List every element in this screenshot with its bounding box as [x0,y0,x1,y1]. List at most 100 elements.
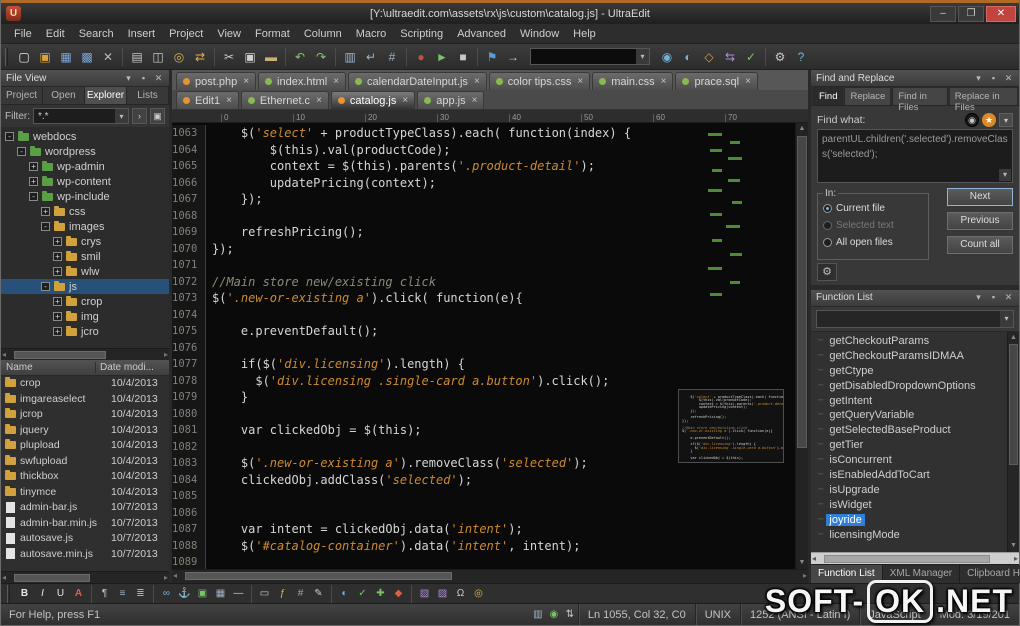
function-item-getqueryvariable[interactable]: ┄ getQueryVariable [811,408,1005,423]
tab-main-css[interactable]: main.css × [592,72,674,90]
collapse-icon[interactable]: - [5,132,14,141]
expand-icon[interactable]: + [53,312,62,321]
menu-help[interactable]: Help [566,28,603,40]
menu-search[interactable]: Search [72,28,121,40]
menu-advanced[interactable]: Advanced [450,28,513,40]
pin-icon[interactable]: ▪ [988,292,999,303]
file-list-hscrollbar[interactable] [1,571,169,583]
file-list-row[interactable]: jquery 10/4/2013 [1,422,169,438]
menu-file[interactable]: File [7,28,39,40]
find-tab-replace-in-files[interactable]: Replace in Files [948,87,1018,113]
print-preview-icon[interactable]: ◫ [148,47,168,67]
tab-app-js[interactable]: app.js × [417,91,485,109]
file-list-row[interactable]: imgareaselect 10/4/2013 [1,391,169,407]
tab-index-html[interactable]: index.html × [258,72,347,90]
function-item-getselectedbaseproduct[interactable]: ┄ getSelectedBaseProduct [811,423,1005,438]
close-icon[interactable]: ✕ [153,73,164,84]
file-list-row[interactable]: thickbox 10/4/2013 [1,469,169,485]
scrollbar-thumb[interactable] [14,574,90,582]
regex-history-icon[interactable]: ◉ [965,113,979,127]
tree-item-images[interactable]: - images [1,219,169,234]
tree-item-wordpress[interactable]: - wordpress [1,144,169,159]
tree-item-smil[interactable]: + smil [1,249,169,264]
file-list-row[interactable]: tinymce 10/4/2013 [1,484,169,500]
spell-check-icon[interactable]: ✓ [741,47,761,67]
file-list-row[interactable]: crop 10/4/2013 [1,376,169,392]
editor-hscrollbar[interactable] [172,569,808,583]
scrollbar-thumb[interactable] [185,572,453,580]
tab-ethernet-c[interactable]: Ethernet.c × [240,91,329,109]
tag-list-icon[interactable]: ◇ [699,47,719,67]
word-wrap-icon[interactable]: ↵ [361,47,381,67]
scroll-up-icon[interactable]: ▲ [796,123,808,135]
scrollbar-thumb[interactable] [14,350,107,359]
file-list-row[interactable]: autosave.js 10/7/2013 [1,531,169,547]
file-view-tab-explorer[interactable]: Explorer [85,87,127,104]
expand-icon[interactable]: + [53,237,62,246]
special-char-icon[interactable]: Ω [452,585,469,602]
tree-item-jcro[interactable]: + jcro [1,324,169,339]
filter-input[interactable]: *.* ▾ [33,108,129,124]
save-all-icon[interactable]: ▩ [77,47,97,67]
print-icon[interactable]: ▤ [127,47,147,67]
font-color-icon[interactable]: A [70,585,87,602]
scope-option-all-open-files[interactable]: All open files [823,234,923,251]
collapse-icon[interactable]: - [29,192,38,201]
anchor-icon[interactable]: ⚓ [176,585,193,602]
close-button[interactable]: ✕ [986,5,1016,22]
scroll-down-icon[interactable]: ▼ [796,557,808,569]
maximize-button[interactable]: ❐ [958,5,984,22]
count-all-button[interactable]: Count all [947,236,1013,254]
close-tab-icon[interactable]: × [661,76,667,87]
file-list-row[interactable]: plupload 10/4/2013 [1,438,169,454]
function-item-licensingmode[interactable]: ┄ licensingMode [811,527,1005,542]
menu-insert[interactable]: Insert [121,28,163,40]
previous-button[interactable]: Previous [947,212,1013,230]
tree-item-wp-admin[interactable]: + wp-admin [1,159,169,174]
close-file-icon[interactable]: ✕ [98,47,118,67]
link-icon[interactable]: ∞ [158,585,175,602]
chevron-down-icon[interactable]: ▾ [1000,310,1013,327]
chevron-down-icon[interactable]: ▾ [973,292,984,303]
function-filter-combobox[interactable]: ▾ [816,309,1014,328]
tree-hscrollbar[interactable] [1,347,169,360]
next-button[interactable]: Next [947,188,1013,206]
macro-stop-icon[interactable]: ■ [453,47,473,67]
table-icon[interactable]: ▦ [212,585,229,602]
close-icon[interactable]: ✕ [1003,73,1014,84]
tree-item-wp-include[interactable]: - wp-include [1,189,169,204]
function-item-iswidget[interactable]: ┄ isWidget [811,497,1005,512]
close-tab-icon[interactable]: × [316,95,322,106]
open-file-icon[interactable]: ▣ [35,47,55,67]
scrollbar-thumb[interactable] [1009,343,1018,465]
numbered-list-icon[interactable]: ≣ [132,585,149,602]
column-date-modified[interactable]: Date modi... [96,362,169,373]
function-item-getcheckoutparamsidmaa[interactable]: ┄ getCheckoutParamsIDMAA [811,348,1005,363]
file-view-tab-project[interactable]: Project [1,87,43,104]
file-view-tab-lists[interactable]: Lists [127,87,169,104]
bullet-list-icon[interactable]: ≡ [114,585,131,602]
expand-icon[interactable]: + [53,267,62,276]
template-icon[interactable]: ▧ [416,585,433,602]
expand-icon[interactable]: + [29,177,38,186]
tab-prace-sql[interactable]: prace.sql × [675,72,758,90]
function-item-getdisableddropdownoptions[interactable]: ┄ getDisabledDropdownOptions [811,378,1005,393]
menu-project[interactable]: Project [162,28,210,40]
copy-icon[interactable]: ▣ [240,47,260,67]
menu-column[interactable]: Column [297,28,349,40]
scroll-up-icon[interactable]: ▲ [1008,332,1019,344]
file-view-tab-open[interactable]: Open [43,87,85,104]
function-item-isupgrade[interactable]: ┄ isUpgrade [811,482,1005,497]
file-list-row[interactable]: autosave.min.js 10/7/2013 [1,546,169,562]
find-tab-replace[interactable]: Replace [844,87,892,105]
close-tab-icon[interactable]: × [226,95,232,106]
form-icon[interactable]: ▭ [256,585,273,602]
tab-calendardateinput-js[interactable]: calendarDateInput.js × [348,72,487,90]
column-name[interactable]: Name [1,361,96,373]
paste-icon[interactable]: ▬ [261,47,281,67]
expand-icon[interactable]: + [53,252,62,261]
collapse-icon[interactable]: - [41,282,50,291]
menu-window[interactable]: Window [513,28,566,40]
function-item-gettier[interactable]: ┄ getTier [811,438,1005,453]
undo-icon[interactable]: ↶ [290,47,310,67]
